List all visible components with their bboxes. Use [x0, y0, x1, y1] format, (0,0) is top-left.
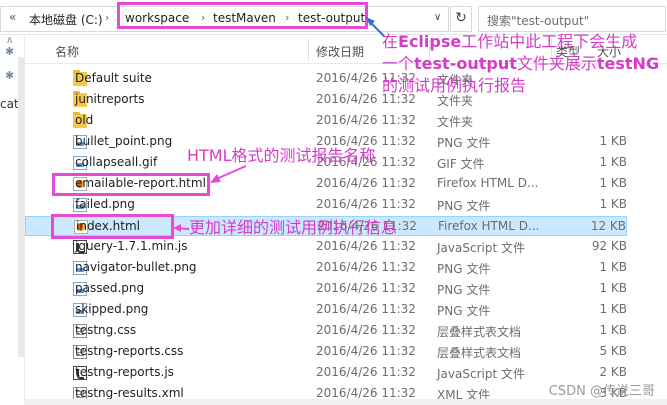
file-type: Firefox HTML D...	[437, 176, 539, 190]
emailable-report-highlight	[52, 173, 210, 196]
file-name: skipped.png	[75, 302, 149, 316]
file-size: 1 KB	[599, 281, 627, 295]
breadcrumb-drive[interactable]: 本地磁盘 (C:)	[29, 11, 103, 28]
file-size: 1 KB	[599, 302, 627, 316]
address-highlight-box	[117, 2, 368, 29]
file-date: 2016/4/26 11:32	[316, 239, 416, 253]
annotation-html-report: HTML格式的测试报告名称	[187, 146, 376, 165]
file-date: 2016/4/26 11:32	[316, 281, 416, 295]
table-row[interactable]: skipped.png 2016/4/26 11:32 PNG 文件 1 KB	[25, 300, 627, 320]
file-type: JavaScript 文件	[437, 367, 525, 381]
file-name: jquery-1.7.1.min.js	[75, 239, 188, 253]
file-date: 2016/4/26 11:32	[316, 365, 416, 379]
file-name: bullet_point.png	[75, 134, 173, 148]
annotation-top: 的测试用例执行报告	[382, 76, 526, 96]
file-type: PNG 文件	[437, 199, 491, 213]
annotation-text: 文件夹展示	[516, 54, 597, 73]
file-date: 2016/4/26 11:32	[316, 302, 416, 316]
refresh-icon[interactable]: ↻	[450, 6, 472, 32]
file-name: testng-reports.css	[75, 344, 184, 358]
file-name: old	[75, 113, 94, 127]
pin-icon[interactable]: ✱	[5, 45, 14, 58]
annotation-text: 工作站中此工程下会生成	[461, 32, 638, 51]
file-type: 层叠样式表文档	[437, 325, 522, 339]
column-header-name[interactable]: 名称	[55, 43, 79, 60]
file-type: 文件夹	[437, 115, 474, 129]
table-row[interactable]: testng-reports.js 2016/4/26 11:32 JavaScri…	[25, 363, 627, 383]
chevron-right-icon[interactable]: ›	[105, 11, 109, 24]
annotation-top: 一个test-output文件夹展示testNG	[382, 54, 659, 74]
file-size: 1 KB	[599, 260, 627, 274]
file-type: JavaScript 文件	[437, 241, 525, 255]
table-row[interactable]: junitreports 2016/4/26 11:32 文件夹	[25, 90, 627, 110]
file-size: 12 KB	[590, 219, 626, 233]
file-size: 1 KB	[599, 155, 627, 169]
file-size: 92 KB	[591, 239, 627, 253]
table-row[interactable]: testng-reports.css 2016/4/26 11:32 层叠样式表文档…	[25, 342, 627, 362]
file-size: 2 KB	[599, 365, 627, 379]
file-date: 2016/4/26 11:32	[316, 197, 416, 211]
table-row[interactable]: passed.png 2016/4/26 11:32 PNG 文件 1 KB	[25, 279, 627, 299]
column-header-date[interactable]: 修改日期	[316, 43, 364, 60]
back-chevron-icon[interactable]: «	[9, 10, 16, 24]
index-html-highlight	[51, 214, 174, 239]
nav-scrollbar[interactable]	[18, 57, 24, 357]
file-name: testng-results.xml	[75, 386, 184, 400]
file-date: 2016/4/26 11:32	[316, 176, 416, 190]
address-bar: « 本地磁盘 (C:) › workspace › testMaven › te…	[0, 0, 667, 35]
file-date: 2016/4/26 11:32	[316, 113, 416, 127]
file-type: PNG 文件	[437, 283, 491, 297]
file-name: navigator-bullet.png	[75, 260, 197, 274]
file-name: junitreports	[75, 92, 145, 106]
file-size: 1 KB	[599, 176, 627, 190]
horizontal-scrollbar[interactable]	[25, 399, 667, 405]
file-date: 2016/4/26 11:32	[316, 323, 416, 337]
file-name: passed.png	[75, 281, 145, 295]
file-type: PNG 文件	[437, 136, 491, 150]
annotation-text: Eclipse	[398, 32, 462, 51]
annotation-text: testNG	[596, 54, 660, 73]
file-size: 1 KB	[599, 323, 627, 337]
file-date: 2016/4/26 11:32	[316, 260, 416, 274]
annotation-text: 在	[382, 32, 399, 51]
file-type: GIF 文件	[437, 157, 485, 171]
file-name: testng.css	[75, 323, 137, 337]
annotation-detailed-info: 更加详细的测试用例执行信息	[189, 218, 398, 237]
file-type: Firefox HTML D...	[438, 219, 540, 233]
table-row[interactable]: old 2016/4/26 11:32 文件夹	[25, 111, 627, 131]
file-name: failed.png	[75, 197, 135, 211]
search-input[interactable]: 搜索"test-output"	[478, 6, 666, 32]
file-name: collapseall.gif	[75, 155, 158, 169]
table-row[interactable]: testng.css 2016/4/26 11:32 层叠样式表文档 1 KB	[25, 321, 627, 341]
search-placeholder: 搜索"test-output"	[487, 14, 590, 28]
pin-icon[interactable]: ✱	[5, 69, 14, 82]
annotation-text: 的测试用例执行报告	[382, 76, 527, 95]
annotation-text: 一个	[382, 54, 415, 73]
table-row[interactable]: failed.png 2016/4/26 11:32 PNG 文件 1 KB	[25, 195, 627, 215]
file-type: 层叠样式表文档	[437, 346, 522, 360]
file-size: 5 KB	[599, 344, 627, 358]
file-type: PNG 文件	[437, 262, 491, 276]
file-name: testng-reports.js	[75, 365, 174, 379]
file-size: 1 KB	[599, 197, 627, 211]
watermark: CSDN @传说三哥	[548, 384, 655, 399]
navigation-pane: ∧ ✱ ✱ cat	[0, 35, 25, 405]
file-type: PNG 文件	[437, 304, 491, 318]
file-date: 2016/4/26 11:32	[316, 386, 416, 400]
file-date: 2016/4/26 11:32	[316, 344, 416, 358]
file-name: Default suite	[75, 71, 152, 85]
annotation-top: 在Eclipse工作站中此工程下会生成	[382, 32, 637, 52]
annotation-text: test-output	[414, 54, 517, 73]
file-size: 1 KB	[599, 134, 627, 148]
nav-item-partial[interactable]: cat	[0, 97, 19, 111]
column-divider[interactable]	[308, 39, 309, 61]
table-row[interactable]: jquery-1.7.1.min.js 2016/4/26 11:32 JavaSc…	[25, 237, 627, 257]
address-dropdown-icon[interactable]: ∨	[434, 12, 441, 23]
table-row[interactable]: navigator-bullet.png 2016/4/26 11:32 PNG 文…	[25, 258, 627, 278]
